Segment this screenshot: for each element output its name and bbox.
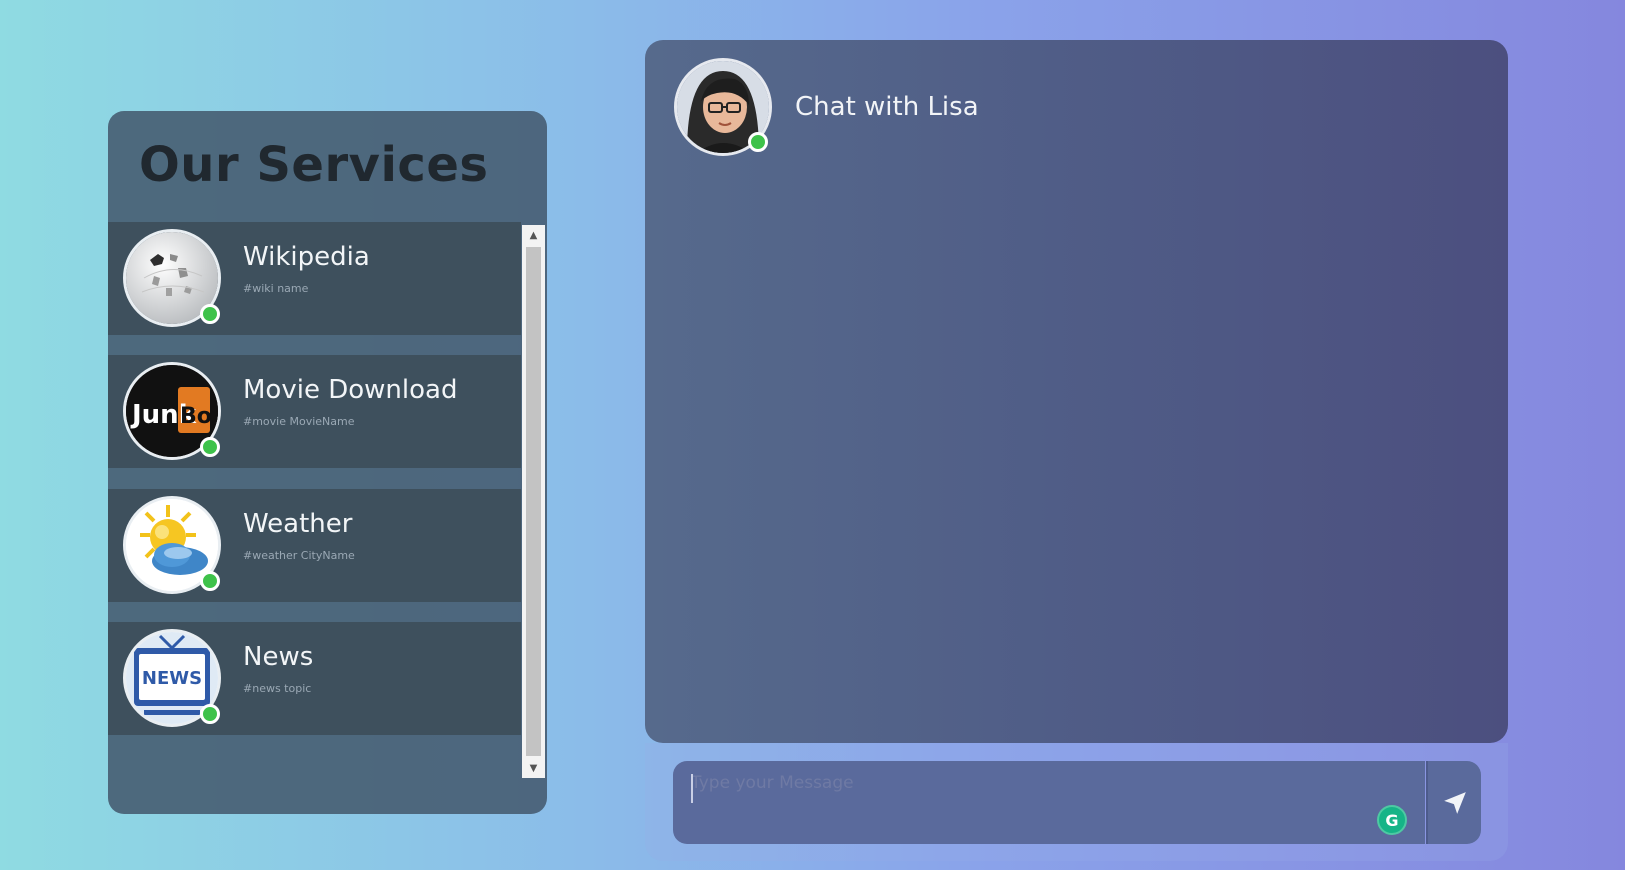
- service-name: Movie Download: [243, 375, 458, 405]
- online-status-dot: [748, 132, 768, 152]
- grammarly-icon[interactable]: G: [1377, 805, 1407, 835]
- send-button[interactable]: [1426, 761, 1481, 844]
- service-hint: #news topic: [243, 682, 312, 695]
- weather-avatar: [123, 496, 221, 594]
- service-name: Weather: [243, 509, 353, 539]
- message-input[interactable]: [673, 761, 1425, 844]
- service-item-weather[interactable]: Weather #weather CityName: [108, 489, 521, 602]
- scroll-thumb[interactable]: [526, 247, 541, 756]
- service-hint: #wiki name: [243, 282, 309, 295]
- service-item-movie-download[interactable]: Junk Box Movie Download #movie MovieName: [108, 355, 521, 468]
- service-hint: #movie MovieName: [243, 415, 355, 428]
- online-status-dot: [200, 704, 220, 724]
- message-composer: G: [645, 743, 1508, 861]
- news-avatar: NEWS: [123, 629, 221, 727]
- services-panel: Our Services Wikipedia #wiki name Junk B…: [108, 111, 547, 814]
- lisa-avatar: [674, 58, 772, 156]
- services-title: Our Services: [139, 137, 489, 193]
- chat-title: Chat with Lisa: [795, 92, 979, 122]
- service-name: News: [243, 642, 314, 672]
- service-item-wikipedia[interactable]: Wikipedia #wiki name: [108, 222, 521, 335]
- svg-text:Box: Box: [180, 404, 218, 429]
- scroll-down-arrow-icon[interactable]: ▼: [522, 758, 545, 778]
- services-scrollbar[interactable]: ▲ ▼: [522, 225, 545, 778]
- online-status-dot: [200, 437, 220, 457]
- chat-panel: Chat with Lisa: [645, 40, 1508, 743]
- service-hint: #weather CityName: [243, 549, 355, 562]
- service-name: Wikipedia: [243, 242, 370, 272]
- send-arrow-icon: [1443, 791, 1466, 814]
- text-caret: [691, 774, 693, 803]
- service-item-news[interactable]: NEWS News #news topic: [108, 622, 521, 735]
- movie-download-avatar: Junk Box: [123, 362, 221, 460]
- online-status-dot: [200, 304, 220, 324]
- online-status-dot: [200, 571, 220, 591]
- svg-text:NEWS: NEWS: [142, 668, 202, 689]
- wikipedia-avatar: [123, 229, 221, 327]
- scroll-up-arrow-icon[interactable]: ▲: [522, 225, 545, 245]
